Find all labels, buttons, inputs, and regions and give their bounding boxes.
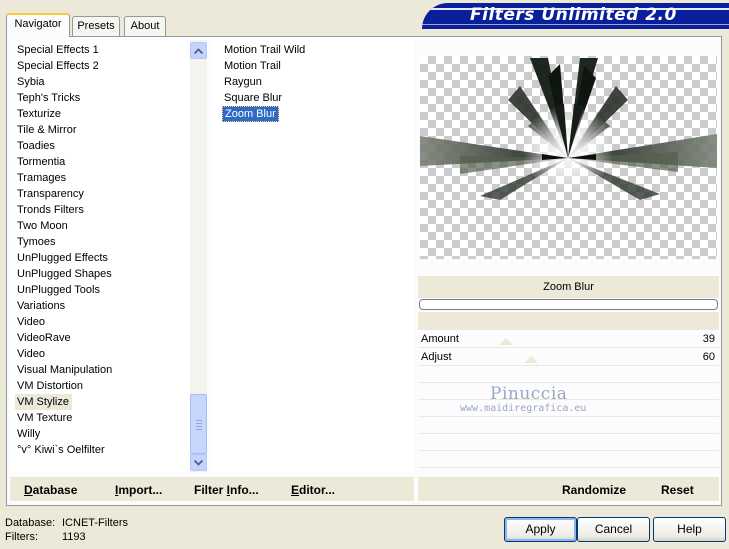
category-item[interactable]: VM Distortion <box>15 378 190 394</box>
category-item[interactable]: VM Texture <box>15 410 190 426</box>
status-database-value: ICNET-Filters <box>62 517 128 529</box>
param-spacer <box>418 312 719 330</box>
category-item[interactable]: Willy <box>15 426 190 442</box>
status-filters-value: 1193 <box>62 531 86 543</box>
category-scrollbar[interactable] <box>190 40 207 472</box>
category-item[interactable]: Toadies <box>15 138 190 154</box>
category-item[interactable]: Variations <box>15 298 190 314</box>
category-item[interactable]: UnPlugged Shapes <box>15 266 190 282</box>
category-item[interactable]: Visual Manipulation <box>15 362 190 378</box>
tab-presets[interactable]: Presets <box>72 16 120 36</box>
category-item[interactable]: Tormentia <box>15 154 190 170</box>
param-adjust-slider[interactable]: Adjust 60 <box>418 349 719 366</box>
category-item[interactable]: Video <box>15 314 190 330</box>
param-row-empty <box>418 435 719 451</box>
chevron-down-icon <box>194 459 203 466</box>
filter-item[interactable]: Zoom Blur <box>222 106 279 122</box>
param-row-empty <box>418 418 719 434</box>
category-item[interactable]: VideoRave <box>15 330 190 346</box>
category-item[interactable]: Tramages <box>15 170 190 186</box>
category-item[interactable]: °v° Kiwi`s Oelfilter <box>15 442 190 458</box>
category-list[interactable]: Special Effects 1 Special Effects 2 Sybia T… <box>10 40 190 472</box>
app-title: Filters Unlimited 2.0 <box>470 5 677 25</box>
category-item[interactable]: Sybia <box>15 74 190 90</box>
category-item[interactable]: Two Moon <box>15 218 190 234</box>
param-amount-marker[interactable] <box>499 338 513 345</box>
reset-button[interactable]: Reset <box>661 483 694 497</box>
tab-about[interactable]: About <box>124 16 166 36</box>
param-adjust-value: 60 <box>702 351 715 363</box>
chevron-up-icon <box>194 47 203 54</box>
category-item[interactable]: VM Stylize <box>15 394 72 410</box>
filter-item[interactable]: Motion Trail <box>222 58 414 74</box>
zoom-blur-preview-image <box>420 58 717 200</box>
app-banner: Filters Unlimited 2.0 <box>422 3 729 29</box>
param-row-empty <box>418 367 719 383</box>
filter-item[interactable]: Square Blur <box>222 90 414 106</box>
category-item[interactable]: UnPlugged Tools <box>15 282 190 298</box>
import-button[interactable]: Import... <box>115 483 162 497</box>
filter-item[interactable]: Motion Trail Wild <box>222 42 414 58</box>
scroll-up-button[interactable] <box>190 42 207 59</box>
category-item[interactable]: Teph's Tricks <box>15 90 190 106</box>
category-item[interactable]: Special Effects 1 <box>15 42 190 58</box>
progress-bar <box>419 299 718 310</box>
filter-info-button[interactable]: Filter Info... <box>194 483 259 497</box>
category-item[interactable]: Special Effects 2 <box>15 58 190 74</box>
apply-button[interactable]: Apply <box>504 517 577 542</box>
watermark-url: www.maidiregrafica.eu <box>460 403 587 414</box>
param-amount-label: Amount <box>421 333 459 345</box>
category-item[interactable]: Video <box>15 346 190 362</box>
param-adjust-label: Adjust <box>421 351 452 363</box>
category-item[interactable]: Tile & Mirror <box>15 122 190 138</box>
cancel-button[interactable]: Cancel <box>577 517 650 542</box>
filter-list[interactable]: Motion Trail Wild Motion Trail Raygun Squar… <box>212 40 414 472</box>
database-button[interactable]: Database <box>24 483 77 497</box>
filter-preview <box>420 56 717 259</box>
param-row-empty <box>418 384 719 400</box>
preview-filter-name: Zoom Blur <box>418 276 719 298</box>
param-adjust-marker[interactable] <box>524 356 538 363</box>
category-item[interactable]: Transparency <box>15 186 190 202</box>
category-item[interactable]: Tymoes <box>15 234 190 250</box>
category-item[interactable]: Tronds Filters <box>15 202 190 218</box>
param-amount-value: 39 <box>702 333 715 345</box>
status-filters-label: Filters: <box>5 531 38 543</box>
watermark-name: Pinuccia <box>490 384 568 404</box>
randomize-button[interactable]: Randomize <box>562 483 626 497</box>
category-item[interactable]: Texturize <box>15 106 190 122</box>
scroll-thumb[interactable] <box>190 394 207 454</box>
status-database-label: Database: <box>5 517 56 529</box>
help-button[interactable]: Help <box>653 517 726 542</box>
scroll-down-button[interactable] <box>190 454 207 471</box>
filter-item[interactable]: Raygun <box>222 74 414 90</box>
tab-navigator[interactable]: Navigator <box>6 13 70 37</box>
category-item[interactable]: UnPlugged Effects <box>15 250 190 266</box>
param-amount-slider[interactable]: Amount 39 <box>418 331 719 348</box>
param-row-empty <box>418 452 719 468</box>
editor-button[interactable]: Editor... <box>291 483 335 497</box>
